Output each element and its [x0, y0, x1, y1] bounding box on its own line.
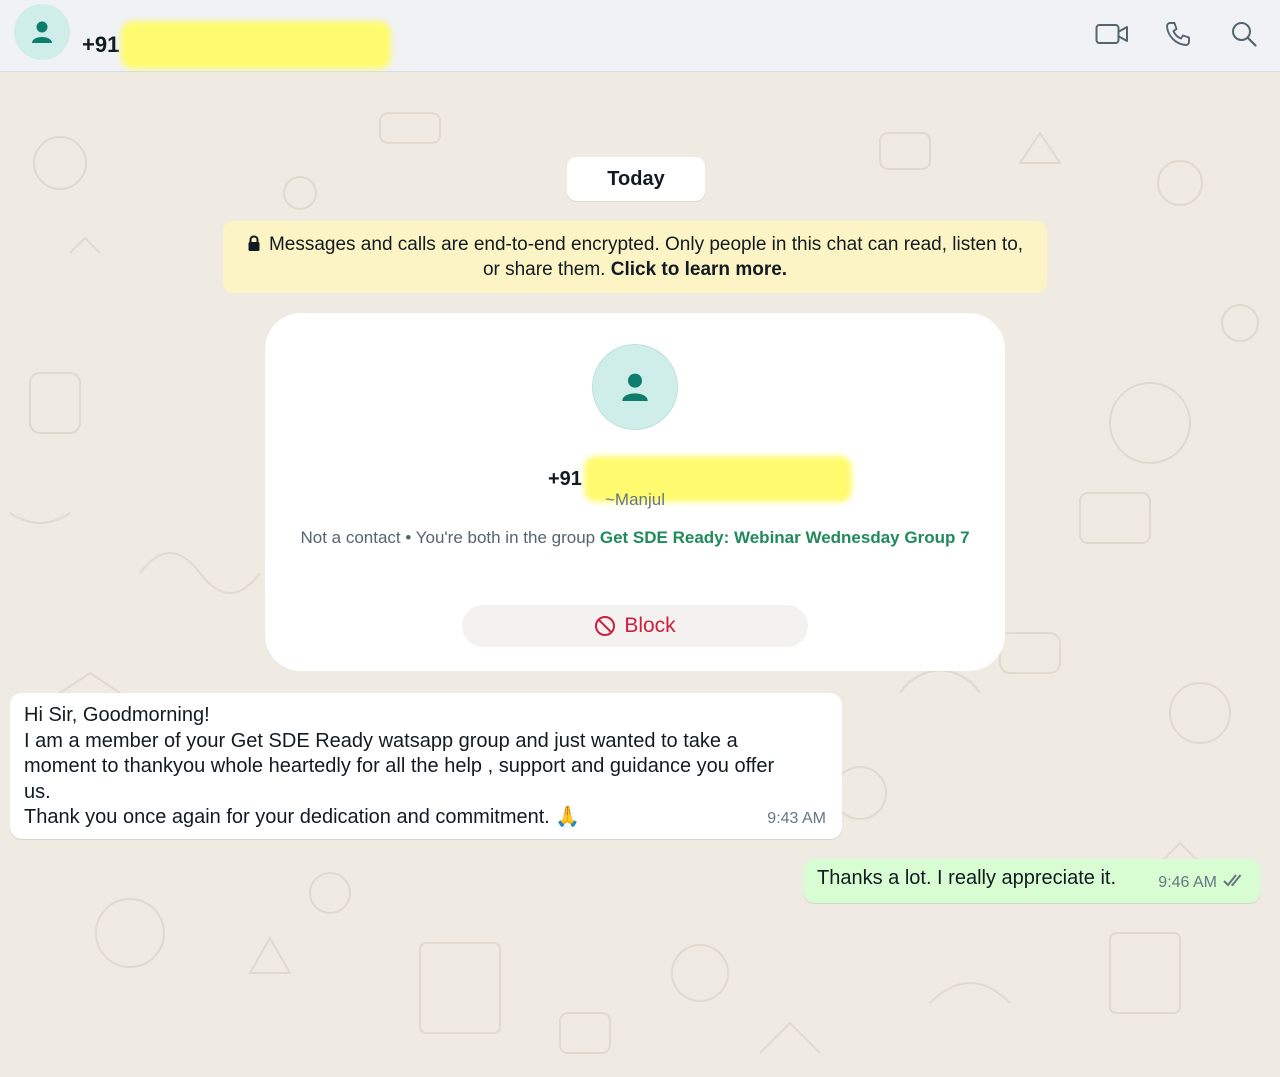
video-call-icon: [1095, 24, 1128, 44]
incoming-message[interactable]: Hi Sir, Goodmorning! I am a member of yo…: [10, 693, 842, 839]
block-icon: [595, 616, 616, 636]
voice-call-button[interactable]: [1160, 16, 1196, 52]
date-chip: Today: [567, 157, 705, 201]
block-button[interactable]: Block: [462, 605, 808, 647]
group-info-prefix: Not a contact • You're both in the group: [300, 528, 596, 547]
group-name-link[interactable]: Get SDE Ready: Webinar Wednesday Group 7: [600, 528, 970, 547]
person-avatar-icon: [32, 21, 52, 43]
contact-name[interactable]: +91: [82, 21, 392, 69]
contact-name-prefix: +91: [82, 32, 120, 57]
voice-call-icon: [1166, 22, 1190, 46]
lock-icon: [248, 235, 260, 251]
search-button[interactable]: [1226, 16, 1262, 52]
card-avatar[interactable]: [592, 344, 678, 430]
message-text: Thanks a lot. I really appreciate it.: [817, 867, 1117, 889]
message-line: Hi Sir, Goodmorning!: [24, 704, 210, 726]
search-icon: [1232, 22, 1257, 47]
read-receipt-icon: [1223, 874, 1242, 887]
learn-more-link[interactable]: Click to learn more.: [611, 259, 787, 280]
contact-info-card: +91 ~Manjul Not a contact • You're both …: [265, 313, 1005, 671]
redacted-phone-number: [121, 21, 392, 69]
message-line: Thank you once again for your dedication…: [24, 806, 581, 828]
chat-area[interactable]: Today Messages and calls are end-to-end …: [0, 73, 1280, 1077]
message-line: us.: [24, 780, 51, 803]
outgoing-message[interactable]: Thanks a lot. I really appreciate it. 9:…: [803, 859, 1261, 903]
block-label: Block: [624, 614, 676, 637]
group-info: Not a contact • You're both in the group…: [283, 526, 987, 550]
message-line: moment to thankyou whole heartedly for a…: [24, 755, 775, 777]
contact-alias: ~Manjul: [604, 490, 665, 509]
person-avatar-icon: [622, 373, 648, 401]
message-time: 9:43 AM: [767, 809, 826, 827]
card-phone-prefix: +91: [548, 467, 582, 490]
chat-header: +91: [0, 0, 1280, 72]
message-time: 9:46 AM: [1158, 874, 1217, 891]
contact-avatar[interactable]: [14, 4, 70, 60]
message-line: I am a member of your Get SDE Ready wats…: [24, 729, 738, 752]
encryption-notice[interactable]: Messages and calls are end-to-end encryp…: [223, 221, 1047, 293]
video-call-button[interactable]: [1094, 16, 1130, 52]
